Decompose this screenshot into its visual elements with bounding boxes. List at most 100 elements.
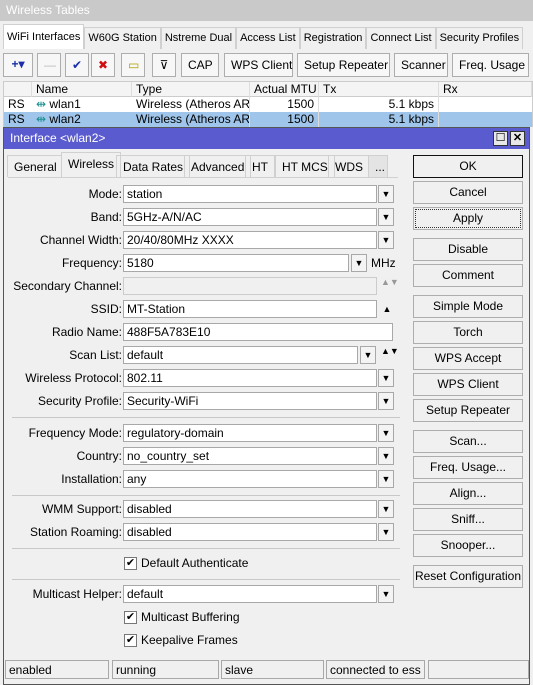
installation-input[interactable]: any <box>123 470 377 488</box>
row-type: Wireless (Atheros AR9... <box>132 97 250 112</box>
wireless-protocol-input[interactable]: 802.11 <box>123 369 377 387</box>
secondary-channel-updown-icon: ▲▼ <box>381 277 399 287</box>
torch-button[interactable]: Torch <box>413 321 523 344</box>
scan-list-updown-icon[interactable]: ▲▼ <box>381 347 399 356</box>
station-roaming-label: Station Roaming: <box>29 525 122 539</box>
scan-list-dropdown-icon[interactable]: ▼ <box>360 346 376 364</box>
dialog-tab-advanced[interactable]: Advanced <box>184 155 252 177</box>
tab-access-list[interactable]: Access List <box>236 27 300 49</box>
separator <box>12 579 400 580</box>
setup-repeater-button[interactable]: Setup Repeater <box>413 399 523 422</box>
row-tx: 5.1 kbps <box>319 112 439 127</box>
dialog-tab-ht[interactable]: HT <box>245 155 275 177</box>
simple-mode-button[interactable]: Simple Mode <box>413 295 523 318</box>
toolbar-setup-repeater-button[interactable]: Setup Repeater <box>297 53 390 77</box>
frequency-mode-dropdown-icon[interactable]: ▼ <box>378 424 394 442</box>
channel-width-input[interactable]: 20/40/80MHz XXXX <box>123 231 377 249</box>
scan-list-label: Scan List: <box>69 348 122 362</box>
status-cell: enabled <box>5 660 109 679</box>
toolbar-cap-button[interactable]: CAP <box>181 53 219 77</box>
dialog-tab-wireless[interactable]: Wireless <box>61 152 122 178</box>
wmm-support-input[interactable]: disabled <box>123 500 377 518</box>
scan-button[interactable]: Scan... <box>413 430 523 453</box>
radio-name-input[interactable]: 488F5A783E10 <box>123 323 393 341</box>
remove-button[interactable]: — <box>37 53 61 77</box>
ssid-collapse-icon[interactable]: ▲ <box>381 305 393 314</box>
toolbar-scanner-button[interactable]: Scanner <box>394 53 448 77</box>
wireless-protocol-dropdown-icon[interactable]: ▼ <box>378 369 394 387</box>
default-authenticate-checkbox[interactable]: ✔ <box>124 557 137 570</box>
status-cell <box>428 660 529 679</box>
ssid-input[interactable]: MT-Station <box>123 300 377 318</box>
mode-input[interactable]: station <box>123 185 377 203</box>
apply-button[interactable]: Apply <box>413 207 523 230</box>
column-header[interactable]: Tx <box>319 82 439 97</box>
installation-label: Installation: <box>61 472 122 486</box>
table-row[interactable]: RS⇹ wlan2Wireless (Atheros AR9...15005.1… <box>4 112 532 127</box>
filter-button[interactable]: ⊽ <box>152 53 176 77</box>
enable-button[interactable]: ✔ <box>65 53 89 77</box>
installation-dropdown-icon[interactable]: ▼ <box>378 470 394 488</box>
disable-button[interactable]: ✖ <box>91 53 115 77</box>
scan-list-input[interactable]: default <box>123 346 358 364</box>
freq-usage-button[interactable]: Freq. Usage... <box>413 456 523 479</box>
station-roaming-input[interactable]: disabled <box>123 523 377 541</box>
mode-label: Mode: <box>88 187 122 201</box>
sniff-button[interactable]: Sniff... <box>413 508 523 531</box>
station-roaming-dropdown-icon[interactable]: ▼ <box>378 523 394 541</box>
wireless-panel: Mode: station ▼ Band: 5GHz-A/N/AC ▼ Channel Wi… <box>8 177 400 682</box>
dialog-tab-general[interactable]: General <box>7 155 64 177</box>
channel-width-dropdown-icon[interactable]: ▼ <box>378 231 394 249</box>
ok-button[interactable]: OK <box>413 155 523 178</box>
wps-client-button[interactable]: WPS Client <box>413 373 523 396</box>
column-header[interactable] <box>4 82 32 97</box>
checkbox-label: Keepalive Frames <box>141 633 238 647</box>
cancel-button[interactable]: Cancel <box>413 181 523 204</box>
mode-dropdown-icon[interactable]: ▼ <box>378 185 394 203</box>
column-header[interactable]: Type <box>132 82 250 97</box>
comment-button[interactable]: ▭ <box>121 53 145 77</box>
toolbar-freq-usage-button[interactable]: Freq. Usage <box>452 53 529 77</box>
country-input[interactable]: no_country_set <box>123 447 377 465</box>
dialog-tab-wds[interactable]: WDS <box>328 155 370 177</box>
frequency-mode-input[interactable]: regulatory-domain <box>123 424 377 442</box>
band-dropdown-icon[interactable]: ▼ <box>378 208 394 226</box>
status-cell: slave <box>221 660 324 679</box>
tab-nstreme-dual[interactable]: Nstreme Dual <box>160 27 237 49</box>
tab-wifi-interfaces[interactable]: WiFi Interfaces <box>3 24 85 49</box>
wps-accept-button[interactable]: WPS Accept <box>413 347 523 370</box>
tab-w60g-station[interactable]: W60G Station <box>84 27 161 49</box>
tab-security-profiles[interactable]: Security Profiles <box>435 27 524 49</box>
maximize-icon[interactable]: ☐ <box>493 131 508 146</box>
multicast-helper-dropdown-icon[interactable]: ▼ <box>378 585 394 603</box>
tab-connect-list[interactable]: Connect List <box>366 27 436 49</box>
keepalive-frames-checkbox[interactable]: ✔ <box>124 634 137 647</box>
security-profile-input[interactable]: Security-WiFi <box>123 392 377 410</box>
security-profile-dropdown-icon[interactable]: ▼ <box>378 392 394 410</box>
disable-button[interactable]: Disable <box>413 238 523 261</box>
frequency-input[interactable]: 5180 <box>123 254 349 272</box>
table-row[interactable]: RS⇹ wlan1Wireless (Atheros AR9...15005.1… <box>4 97 532 112</box>
country-dropdown-icon[interactable]: ▼ <box>378 447 394 465</box>
multicast-buffering-checkbox[interactable]: ✔ <box>124 611 137 624</box>
dialog-tab-ht-mcs[interactable]: HT MCS <box>275 155 335 177</box>
align-button[interactable]: Align... <box>413 482 523 505</box>
wmm-support-dropdown-icon[interactable]: ▼ <box>378 500 394 518</box>
tab-registration[interactable]: Registration <box>299 27 367 49</box>
comment-button[interactable]: Comment <box>413 264 523 287</box>
close-icon[interactable]: ✕ <box>510 131 525 146</box>
column-header[interactable]: Rx <box>439 82 532 97</box>
column-header[interactable]: Name <box>32 82 132 97</box>
dialog-tab-data-rates[interactable]: Data Rates <box>116 155 191 177</box>
reset-configuration-button[interactable]: Reset Configuration <box>413 565 523 588</box>
snooper-button[interactable]: Snooper... <box>413 534 523 557</box>
row-flags: RS <box>8 97 25 111</box>
frequency-dropdown-icon[interactable]: ▼ <box>351 254 367 272</box>
column-header[interactable]: Actual MTU <box>250 82 319 97</box>
add-button[interactable]: +▾ <box>3 53 33 77</box>
toolbar-wps-client-button[interactable]: WPS Client <box>224 53 293 77</box>
band-input[interactable]: 5GHz-A/N/AC <box>123 208 377 226</box>
wireless-interface-icon: ⇹ <box>36 112 50 126</box>
dialog-tab-more[interactable]: ... <box>368 155 388 177</box>
multicast-helper-input[interactable]: default <box>123 585 377 603</box>
